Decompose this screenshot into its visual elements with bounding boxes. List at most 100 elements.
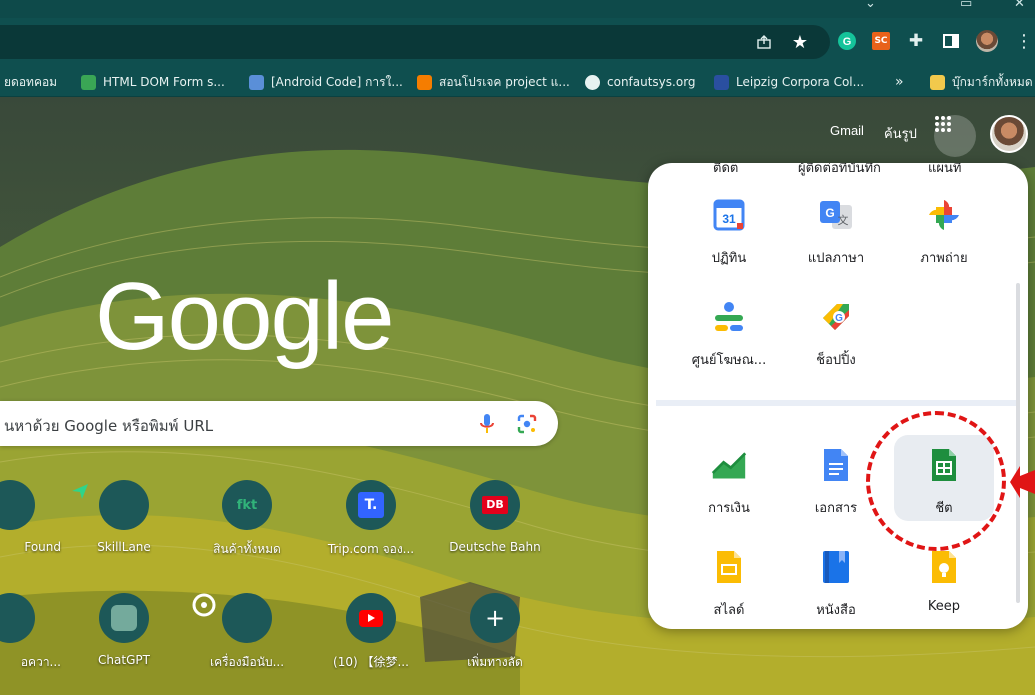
- shortcut-tile[interactable]: (10) 【徐梦...: [316, 593, 426, 670]
- more-menu-icon[interactable]: ⋮: [1012, 29, 1035, 53]
- bookmark-favicon-icon: [714, 74, 729, 90]
- app-label: แปลภาษา: [807, 251, 865, 266]
- sc-extension-label: SC: [872, 32, 890, 50]
- app-shopping[interactable]: G ช็อปปิ้ง: [786, 287, 886, 373]
- app-label: Keep: [927, 599, 961, 614]
- restore-icon[interactable]: ▭: [960, 0, 972, 11]
- bookmark-label: HTML DOM Form s...: [103, 75, 225, 89]
- shortcut-tile[interactable]: อควา...: [0, 593, 65, 672]
- clipped-app-label: แผนที่: [928, 163, 962, 176]
- shortcut-tile[interactable]: SkillLane: [69, 480, 179, 554]
- shortcut-tile[interactable]: T. Trip.com จอง...: [316, 480, 426, 559]
- google-logo: Google: [95, 263, 395, 370]
- shortcut-label: เพิ่มทางลัด: [467, 655, 523, 669]
- calendar-badge: 31: [722, 212, 736, 226]
- bookmark-label: [Android Code] การใ...: [271, 74, 403, 89]
- close-icon[interactable]: ✕: [1014, 0, 1025, 11]
- app-label: ปฏิทิน: [711, 251, 747, 266]
- bookmark-item[interactable]: [Android Code] การใ...: [249, 72, 403, 92]
- bookmark-label: confautsys.org: [607, 75, 696, 89]
- photos-icon: [926, 197, 962, 233]
- app-finance[interactable]: การเงิน: [679, 435, 779, 521]
- svg-text:G: G: [843, 36, 852, 48]
- bookmark-label: สอนโปรเจค project แ...: [439, 74, 570, 89]
- keep-icon: [926, 549, 962, 585]
- shortcut-tile[interactable]: เครื่องมือนับ...: [192, 593, 302, 672]
- globe-icon: [585, 74, 600, 90]
- gmail-link[interactable]: Gmail: [830, 123, 864, 138]
- app-calendar[interactable]: 31 ปฏิทิน: [679, 185, 779, 271]
- shortcut-label: (10) 【徐梦...: [333, 655, 409, 669]
- grammarly-extension-icon[interactable]: G: [835, 29, 859, 53]
- search-box[interactable]: นหาด้วย Google หรือพิมพ์ URL: [0, 401, 558, 446]
- shortcut-label: สินค้าทั้งหมด: [213, 542, 281, 556]
- app-label: ภาพถ่าย: [920, 251, 968, 266]
- address-bar[interactable]: ★: [0, 25, 830, 59]
- translate-icon: G文: [818, 197, 854, 233]
- all-bookmarks-folder[interactable]: บุ๊กมาร์กทั้งหมด: [930, 72, 1033, 92]
- profile-avatar-icon[interactable]: [975, 29, 999, 53]
- app-label: หนังสือ: [816, 603, 856, 618]
- extensions-puzzle-icon[interactable]: ✚: [904, 29, 928, 53]
- bookmark-item[interactable]: Leipzig Corpora Col...: [714, 72, 864, 92]
- add-shortcut-button[interactable]: + เพิ่มทางลัด: [440, 593, 550, 672]
- bookmark-label: บุ๊กมาร์กทั้งหมด: [952, 74, 1033, 89]
- shortcut-label: Found: [24, 540, 61, 554]
- app-ads[interactable]: ศูนย์โฆษณ...: [679, 287, 779, 373]
- docs-icon: [818, 447, 854, 483]
- bookmarks-overflow-button[interactable]: »: [895, 72, 904, 92]
- shortcut-tile[interactable]: Found: [0, 480, 65, 554]
- skilllane-icon: [72, 480, 149, 530]
- shortcut-label: Trip.com จอง...: [327, 542, 415, 556]
- plus-icon: +: [470, 593, 520, 643]
- app-books[interactable]: หนังสือ: [786, 537, 886, 623]
- shortcut-label: เครื่องมือนับ...: [209, 655, 285, 669]
- db-badge: DB: [482, 496, 508, 514]
- account-avatar[interactable]: [990, 115, 1028, 153]
- title-bar: ⌄ ▭ ✕: [0, 0, 1035, 18]
- shortcut-tile[interactable]: fkt สินค้าทั้งหมด: [192, 480, 302, 559]
- shortcut-favicon-icon: [0, 593, 35, 643]
- app-translate[interactable]: G文 แปลภาษา: [786, 185, 886, 271]
- shortcut-label: อควา...: [20, 655, 61, 669]
- svg-text:G: G: [835, 313, 843, 324]
- bookmark-item[interactable]: HTML DOM Form s...: [81, 72, 225, 92]
- app-photos[interactable]: ภาพถ่าย: [894, 185, 994, 271]
- svg-text:G: G: [825, 206, 834, 220]
- word-counter-icon: [192, 593, 272, 643]
- google-apps-button[interactable]: [934, 115, 976, 157]
- lens-search-icon[interactable]: [516, 413, 538, 435]
- bookmark-item[interactable]: ยดอทคอม: [4, 72, 57, 92]
- app-label: สไลด์: [713, 603, 745, 618]
- bookmark-label: ยดอทคอม: [4, 74, 58, 89]
- clipped-app-label: ผู้ติดต่อที่บันทึก: [798, 163, 881, 176]
- sc-extension-icon[interactable]: SC: [869, 29, 893, 53]
- shortcut-label: ChatGPT: [98, 653, 150, 667]
- app-label: ช็อปปิ้ง: [816, 353, 856, 368]
- folder-icon: [930, 74, 945, 90]
- bookmark-item[interactable]: สอนโปรเจค project แ...: [417, 72, 570, 92]
- share-icon[interactable]: [752, 30, 776, 54]
- side-panel-icon[interactable]: [939, 29, 963, 53]
- slides-icon: [711, 549, 747, 585]
- search-placeholder: นหาด้วย Google หรือพิมพ์ URL: [4, 417, 214, 435]
- trip-badge: T.: [358, 492, 384, 518]
- highlight-annotation-circle: [866, 411, 1006, 551]
- svg-text:文: 文: [838, 213, 849, 227]
- shortcut-tile[interactable]: ChatGPT: [69, 593, 179, 667]
- popup-scrollbar[interactable]: [1016, 283, 1020, 603]
- shopping-icon: G: [818, 299, 854, 335]
- voice-search-icon[interactable]: [479, 413, 495, 435]
- finance-icon: [711, 447, 747, 483]
- minimize-icon[interactable]: ⌄: [865, 0, 876, 11]
- bookmark-star-icon[interactable]: ★: [788, 30, 812, 54]
- images-link[interactable]: ค้นรูป: [884, 123, 917, 144]
- deutsche-bahn-icon: DB: [470, 480, 520, 530]
- shortcut-tile[interactable]: DB Deutsche Bahn: [440, 480, 550, 554]
- app-slides[interactable]: สไลด์: [679, 537, 779, 623]
- apps-section-divider: [656, 400, 1020, 406]
- blogger-favicon-icon: [417, 74, 432, 90]
- bookmark-favicon-icon: [249, 74, 264, 90]
- bookmark-item[interactable]: confautsys.org: [585, 72, 696, 92]
- fkt-badge: fkt: [236, 497, 258, 513]
